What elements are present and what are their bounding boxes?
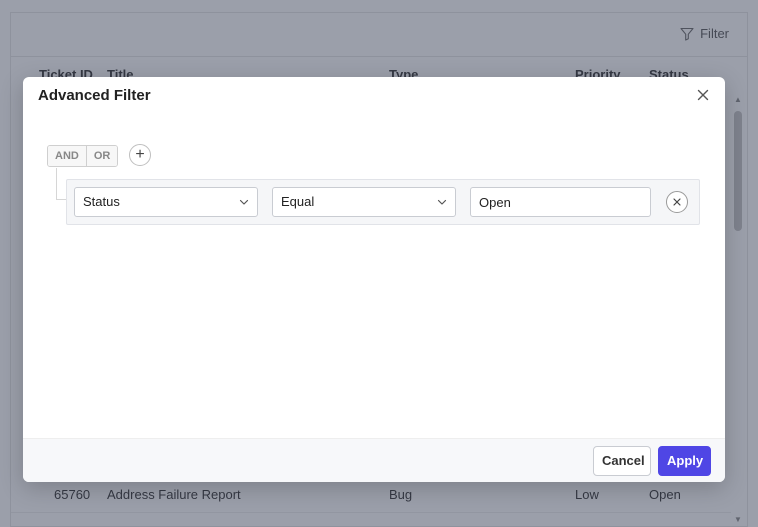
logic-toggle: AND OR [47, 145, 119, 167]
remove-condition-button[interactable] [666, 191, 688, 213]
apply-button[interactable]: Apply [658, 446, 711, 476]
dialog-title: Advanced Filter [38, 87, 151, 104]
operator-select[interactable]: Equal [272, 187, 456, 217]
chevron-down-icon [437, 199, 447, 205]
operator-select-value: Equal [281, 194, 315, 209]
and-toggle[interactable]: AND [48, 146, 86, 166]
dialog-footer: Cancel Apply [23, 438, 725, 482]
tree-connector [56, 168, 66, 200]
value-input[interactable] [470, 187, 651, 217]
chevron-down-icon [239, 199, 249, 205]
close-button[interactable] [695, 87, 711, 103]
add-condition-button[interactable]: + [129, 144, 151, 166]
field-select[interactable]: Status [74, 187, 258, 217]
close-icon [697, 89, 709, 101]
plus-icon: + [135, 146, 145, 163]
field-select-value: Status [83, 194, 120, 209]
close-icon [673, 198, 681, 206]
filter-condition-row: Status Equal [66, 179, 700, 225]
cancel-button[interactable]: Cancel [593, 446, 651, 476]
or-toggle[interactable]: OR [85, 146, 118, 166]
advanced-filter-dialog: Advanced Filter AND OR + Status Equal Ca… [23, 77, 725, 482]
